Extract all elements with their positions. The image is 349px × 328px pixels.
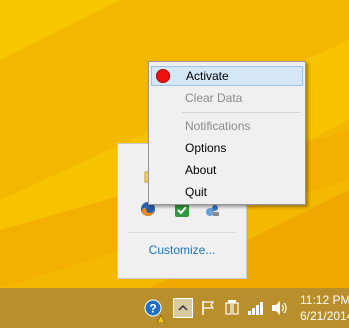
show-hidden-icons-chevron[interactable] [173,298,193,318]
signal-icon[interactable] [247,300,265,316]
warning-badge-icon [156,310,166,324]
menu-item-label: Activate [186,69,229,83]
power-icon[interactable] [224,299,240,317]
action-center-flag-icon[interactable] [200,300,216,316]
clock-time: 11:12 PM [300,293,349,307]
red-dot-icon [156,69,170,83]
taskbar: ? 11:12 PM 6/21/2014 [0,288,349,328]
menu-item-activate[interactable]: Activate [151,66,303,86]
menu-item-label: Options [185,141,227,155]
volume-icon[interactable] [271,300,289,316]
menu-item-clear-data: Clear Data [151,88,303,108]
svg-text:?: ? [149,302,156,316]
flyout-separator [128,232,236,233]
menu-item-options[interactable]: Options [151,138,303,158]
tray-context-menu: Activate Clear Data Notifications Option… [148,61,306,205]
menu-item-label: Clear Data [185,91,243,105]
menu-item-label: Quit [185,185,208,199]
menu-item-about[interactable]: About [151,160,303,180]
clock-date: 6/21/2014 [300,309,349,323]
menu-item-notifications: Notifications [151,116,303,136]
menu-item-label: About [185,163,217,177]
menu-item-label: Notifications [185,119,251,133]
menu-separator [182,112,301,113]
taskbar-clock[interactable]: 11:12 PM 6/21/2014 [300,292,349,324]
menu-item-quit[interactable]: Quit [151,182,303,202]
customize-link[interactable]: Customize... [118,243,246,257]
